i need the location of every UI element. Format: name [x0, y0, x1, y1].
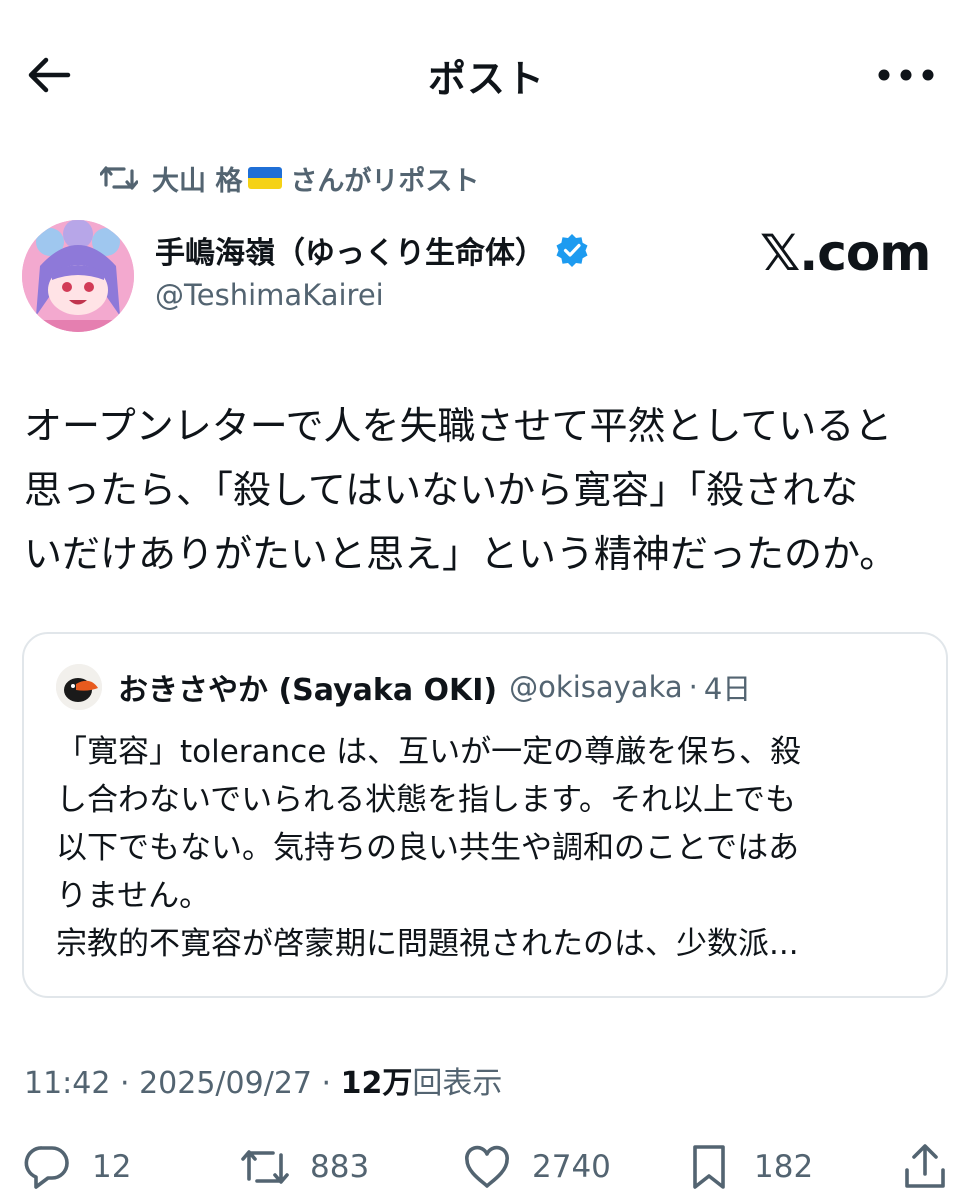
repost-count: 883 [310, 1149, 370, 1185]
post-body-line: オープンレターで人を失職させて平然としていると [24, 404, 893, 448]
meta-separator: · [110, 1066, 140, 1101]
post-meta: 11:42 · 2025/09/27 · 12万回表示 [24, 1058, 502, 1102]
post-time: 11:42 [24, 1066, 111, 1101]
view-count[interactable]: 12万 [341, 1066, 413, 1101]
repost-indicator[interactable]: 大山 格 さんがリポスト [100, 158, 479, 198]
quoted-text-line: し合わないでいられる状態を指します。それ以上でも [56, 782, 796, 818]
quoted-text-line: 以下でもない。気持ちの良い共生や調和のことではあ [56, 830, 800, 866]
reply-icon [22, 1142, 72, 1192]
like-count: 2740 [532, 1149, 611, 1185]
bookmark-button[interactable]: 182 [684, 1140, 813, 1194]
quoted-post[interactable]: おきさやか (Sayaka OKI) @okisayaka · 4日 「寛容」t… [22, 632, 948, 998]
verified-icon [555, 233, 589, 267]
bookmark-count: 182 [754, 1149, 814, 1185]
quoted-separator: · [688, 670, 698, 704]
share-icon [900, 1142, 950, 1192]
view-count-label: 回表示 [412, 1066, 503, 1101]
like-icon [462, 1142, 512, 1192]
quoted-author-name: おきさやか (Sayaka OKI) [118, 673, 498, 708]
share-button[interactable] [900, 1140, 950, 1194]
x-com-watermark: 𝕏.com [760, 224, 931, 282]
reply-count: 12 [92, 1149, 132, 1185]
quoted-timestamp: 4日 [703, 672, 752, 706]
repost-suffix: さんがリポスト [290, 165, 480, 197]
more-icon[interactable] [877, 64, 935, 86]
quoted-post-header: おきさやか (Sayaka OKI) @okisayaka · 4日 [56, 664, 751, 710]
author-handle[interactable]: @TeshimaKairei [155, 278, 384, 312]
page-title: ポスト [427, 57, 545, 101]
quoted-avatar[interactable] [56, 664, 102, 710]
quoted-text-line: 「寛容」tolerance は、互いが一定の尊厳を保ち、殺 [56, 734, 802, 770]
author-display-name: 手嶋海嶺（ゆっくり生命体） [155, 236, 545, 271]
ukraine-flag-icon [248, 167, 283, 189]
post-body-line: 思ったら、「殺してはいないから寛容」「殺されな [24, 468, 859, 512]
reply-button[interactable]: 12 [22, 1140, 131, 1194]
quoted-post-text: 「寛容」tolerance は、互いが一定の尊厳を保ち、殺 し合わないでいられる… [56, 728, 936, 968]
quoted-author-handle: @okisayaka [509, 670, 683, 704]
repost-button[interactable]: 883 [240, 1140, 369, 1194]
avatar[interactable] [22, 220, 134, 332]
repost-icon [100, 163, 138, 193]
quoted-text-line: りません。 [56, 878, 211, 914]
meta-separator: · [312, 1066, 341, 1101]
post-body: オープンレターで人を失職させて平然としていると 思ったら、「殺してはいないから寛… [24, 394, 959, 586]
author-name-row[interactable]: 手嶋海嶺（ゆっくり生命体） [155, 228, 589, 272]
post-date: 2025/09/27 [139, 1066, 312, 1101]
post-body-line: いだけありがたいと思え」という精神だったのか。 [24, 532, 898, 576]
repost-user-name: 大山 格 [152, 165, 243, 197]
repost-icon [240, 1142, 290, 1192]
like-button[interactable]: 2740 [462, 1140, 611, 1194]
bookmark-icon [684, 1142, 734, 1192]
quoted-text-line: 宗教的不寛容が啓蒙期に問題視されたのは、少数派... [56, 926, 799, 962]
